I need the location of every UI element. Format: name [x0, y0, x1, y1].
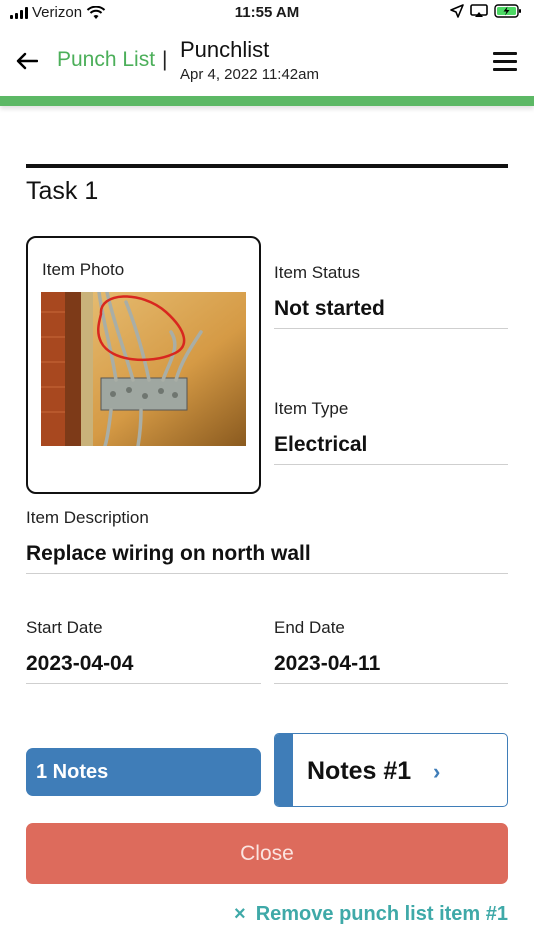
item-type-label: Item Type: [274, 399, 349, 418]
notes-count-button[interactable]: 1 Notes: [26, 748, 261, 796]
item-description-underline: [26, 573, 508, 574]
notes-card-accent: [275, 734, 293, 806]
screen-mirroring-icon: [470, 4, 488, 17]
battery-charging-icon: [494, 4, 521, 18]
item-status-label: Item Status: [274, 263, 360, 282]
item-status-value[interactable]: Not started: [274, 297, 385, 321]
chevron-right-icon: ›: [433, 759, 441, 784]
item-photo-label: Item Photo: [42, 260, 125, 279]
breadcrumb-separator: |: [162, 48, 168, 71]
end-date-value[interactable]: 2023-04-11: [274, 652, 380, 676]
item-description-value[interactable]: Replace wiring on north wall: [26, 542, 311, 566]
page-title: Punchlist: [180, 37, 270, 62]
app-header: Punch List | Punchlist Apr 4, 2022 11:42…: [0, 28, 534, 96]
notes-card-title: Notes #1: [307, 757, 412, 785]
breadcrumb-punch-list[interactable]: Punch List: [57, 48, 155, 72]
item-type-value[interactable]: Electrical: [274, 433, 367, 457]
close-button[interactable]: Close: [26, 823, 508, 884]
start-date-value[interactable]: 2023-04-04: [26, 652, 133, 676]
task-title: Task 1: [26, 177, 99, 205]
hamburger-menu-icon[interactable]: [493, 52, 517, 72]
header-accent-bar: [0, 96, 534, 106]
remove-punch-list-item-link[interactable]: × Remove punch list item #1: [234, 903, 508, 926]
close-x-icon: ×: [234, 903, 246, 925]
item-description-label: Item Description: [26, 508, 149, 527]
end-date-underline: [274, 683, 508, 684]
back-arrow-icon[interactable]: [16, 48, 42, 74]
status-right: [450, 4, 522, 18]
start-date-underline: [26, 683, 261, 684]
item-type-underline: [274, 464, 508, 465]
status-bar: Verizon 11:55 AM: [0, 0, 534, 28]
task-divider: [26, 164, 508, 168]
start-date-label: Start Date: [26, 618, 103, 637]
page-subtitle-date: Apr 4, 2022 11:42am: [180, 66, 319, 83]
item-photo-card[interactable]: Item Photo: [26, 236, 261, 494]
end-date-label: End Date: [274, 618, 345, 637]
location-icon: [450, 4, 464, 18]
notes-item-card[interactable]: Notes #1 ›: [274, 733, 508, 807]
remove-link-label: Remove punch list item #1: [255, 903, 508, 925]
item-photo[interactable]: [41, 292, 246, 446]
item-status-underline: [274, 328, 508, 329]
